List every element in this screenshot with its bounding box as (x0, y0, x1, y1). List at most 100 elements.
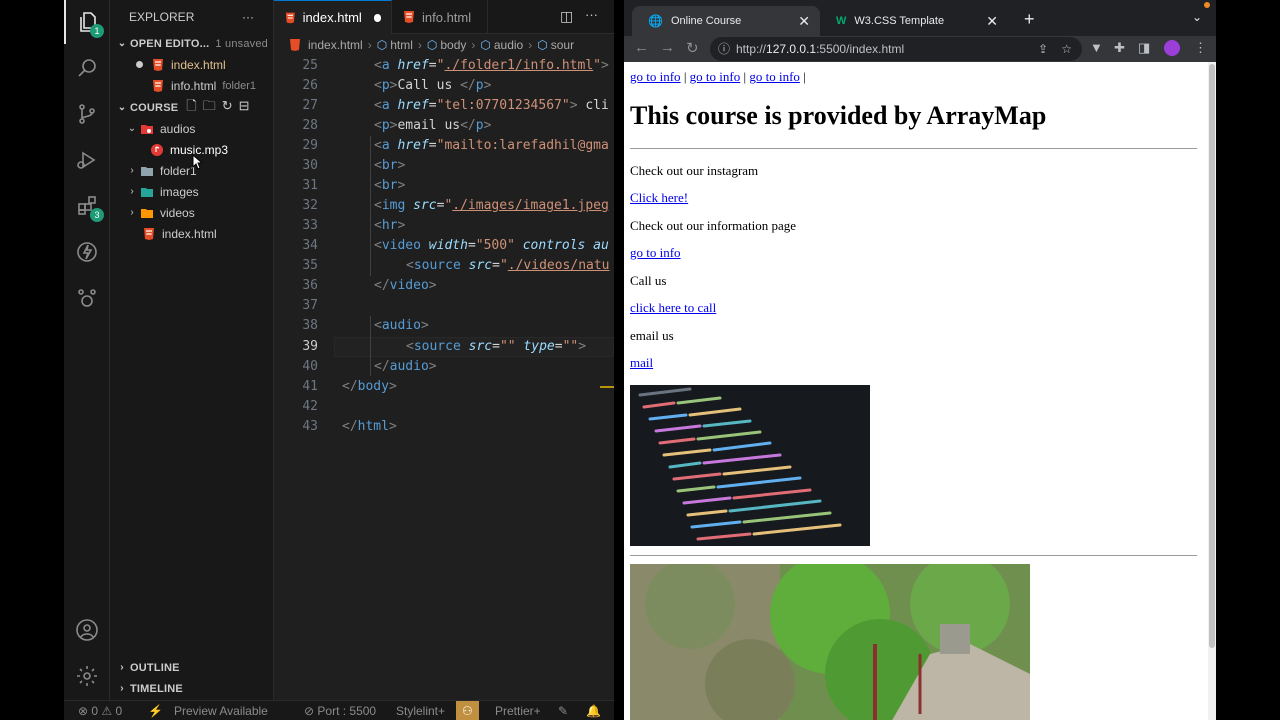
new-folder-icon[interactable]: 🗀 (203, 98, 222, 113)
explorer-title: EXPLORER (129, 9, 195, 24)
line-number: 40 (302, 359, 318, 374)
breadcrumb-source[interactable]: sour (551, 38, 574, 52)
accounts-activity[interactable] (64, 608, 110, 652)
open-editor-info-label: info.html (171, 78, 217, 93)
update-dot-icon (1204, 2, 1210, 8)
tab-index-html[interactable]: index.html (274, 0, 392, 34)
live-share-activity[interactable] (64, 276, 110, 320)
unsaved-dot-icon[interactable] (373, 13, 381, 22)
instagram-link-wrap: Click here! (630, 190, 688, 206)
top-link-3[interactable]: go to info (749, 69, 800, 84)
source-control-activity[interactable] (64, 92, 110, 136)
port-status[interactable]: ⊘ Port : 5500 (304, 701, 376, 720)
refresh-icon[interactable]: ↻ (222, 98, 239, 113)
line-number: 25 (302, 58, 318, 73)
preview-status[interactable]: Preview Available (174, 701, 268, 720)
reload-button[interactable]: ↻ (686, 39, 699, 57)
element-icon: ⬡ (537, 38, 548, 52)
tree-item-videos[interactable]: › videos (124, 202, 288, 223)
bookmark-star-icon[interactable]: ☆ (1061, 37, 1072, 61)
side-panel-icon[interactable]: ◨ (1138, 40, 1150, 56)
tree-item-folder1[interactable]: › folder1 (124, 160, 288, 181)
w3schools-icon: W (836, 15, 847, 27)
address-bar[interactable]: ⓘ http://127.0.0.1:5500/index.html ⇪ ☆ (710, 37, 1082, 61)
breadcrumb-body[interactable]: body (440, 38, 466, 52)
chevron-right-icon: › (130, 186, 134, 197)
page-scrollbar[interactable] (1208, 62, 1216, 720)
browser-tab-online-course[interactable]: 🌐 Online Course ✕ (632, 6, 820, 36)
tab-info-html[interactable]: info.html (392, 0, 488, 34)
breadcrumb-audio[interactable]: audio (494, 38, 523, 52)
close-tab-icon[interactable]: ✕ (798, 13, 810, 30)
search-icon (78, 59, 96, 77)
gear-icon (77, 666, 97, 686)
instagram-link[interactable]: Click here! (630, 190, 688, 205)
code-image-art (630, 385, 870, 546)
link-separator: | (743, 69, 747, 84)
mail-link[interactable]: mail (630, 355, 653, 370)
email-us-text: email us (630, 328, 674, 343)
chevron-right-icon: › (130, 165, 134, 176)
outline-header[interactable]: › OUTLINE (114, 657, 278, 678)
scrollbar-thumb[interactable] (1209, 64, 1215, 648)
info-page-text: Check out our information page (630, 218, 797, 233)
notifications-bell-icon[interactable]: 🔔 (586, 701, 601, 720)
horizontal-rule (630, 148, 1197, 149)
run-debug-activity[interactable] (64, 138, 110, 182)
thunder-activity[interactable] (64, 230, 110, 274)
browser-tab-w3css[interactable]: W W3.CSS Template ✕ (820, 6, 1008, 36)
tree-item-index-label: index.html (162, 226, 217, 241)
instagram-text: Check out our instagram (630, 163, 759, 178)
more-actions-icon[interactable]: ··· (585, 7, 598, 22)
editor-tabs: index.html info.html ◫ ··· (274, 0, 614, 34)
forward-button[interactable]: → (660, 39, 675, 56)
site-info-icon[interactable]: ⓘ (718, 37, 730, 61)
call-link-wrap: click here to call (630, 300, 716, 316)
tab-search-chevron-icon[interactable]: ⌄ (1192, 10, 1202, 24)
code-editor[interactable]: 25 26 27 28 29 30 31 32 33 34 35 36 37 3… (274, 56, 614, 700)
search-activity[interactable] (64, 46, 110, 90)
tree-item-images[interactable]: › images (124, 181, 288, 202)
profile-avatar[interactable] (1164, 40, 1180, 56)
course-folder-header[interactable]: ⌄ COURSE 🗋🗀↻⊟ (114, 97, 278, 118)
extensions-activity[interactable]: 3 (64, 184, 110, 228)
top-link-1[interactable]: go to info (630, 69, 681, 84)
line-number: 26 (302, 78, 318, 93)
element-icon: ⬡ (426, 38, 438, 52)
stylelint-status[interactable]: Stylelint+ (396, 701, 445, 720)
close-tab-icon[interactable]: ✕ (986, 13, 998, 30)
lightning-status-icon[interactable]: ⚡ (148, 701, 163, 720)
html-file-icon (404, 11, 414, 23)
breadcrumb-file[interactable]: index.html (308, 38, 363, 52)
new-tab-button[interactable]: + (1024, 9, 1035, 30)
new-file-icon[interactable]: 🗋 (186, 98, 202, 113)
breadcrumb-html[interactable]: html (390, 38, 413, 52)
explorer-activity[interactable]: 1 (64, 0, 110, 44)
split-editor-icon[interactable]: ◫ (560, 8, 573, 25)
settings-activity[interactable] (64, 654, 110, 698)
prettier-status[interactable]: Prettier+ (495, 701, 541, 720)
collapse-all-icon[interactable]: ⊟ (239, 98, 256, 113)
top-link-2[interactable]: go to info (690, 69, 741, 84)
extension-vue-icon[interactable]: ▼ (1090, 40, 1103, 55)
open-editors-header[interactable]: ⌄ OPEN EDITO... 1 unsaved (114, 33, 278, 54)
tree-item-audios[interactable]: ⌄ audios (124, 118, 288, 139)
info-link[interactable]: go to info (630, 245, 681, 260)
activity-bar: 1 3 (64, 0, 110, 700)
html-file-icon (290, 39, 300, 51)
share-icon[interactable]: ⇪ (1038, 37, 1048, 61)
line-number: 27 (302, 98, 318, 113)
extensions-puzzle-icon[interactable]: ✚ (1114, 40, 1125, 56)
html-file-icon (144, 227, 154, 240)
chrome-menu-icon[interactable]: ⋮ (1194, 40, 1207, 56)
back-button[interactable]: ← (634, 39, 649, 56)
explorer-more-button[interactable]: ··· (242, 6, 266, 27)
explorer-actions: 🗋🗀↻⊟ (186, 97, 255, 119)
timeline-header[interactable]: › TIMELINE (114, 678, 278, 699)
line-number: 38 (302, 318, 318, 333)
call-link[interactable]: click here to call (630, 300, 716, 315)
code-line-39: <source src="" type=""> (406, 339, 587, 354)
problems-status[interactable]: ⊗ 0 ⚠ 0 (78, 701, 122, 720)
copilot-status-icon[interactable]: ⚇ (456, 701, 479, 720)
feedback-icon[interactable]: ✎ (558, 701, 568, 720)
